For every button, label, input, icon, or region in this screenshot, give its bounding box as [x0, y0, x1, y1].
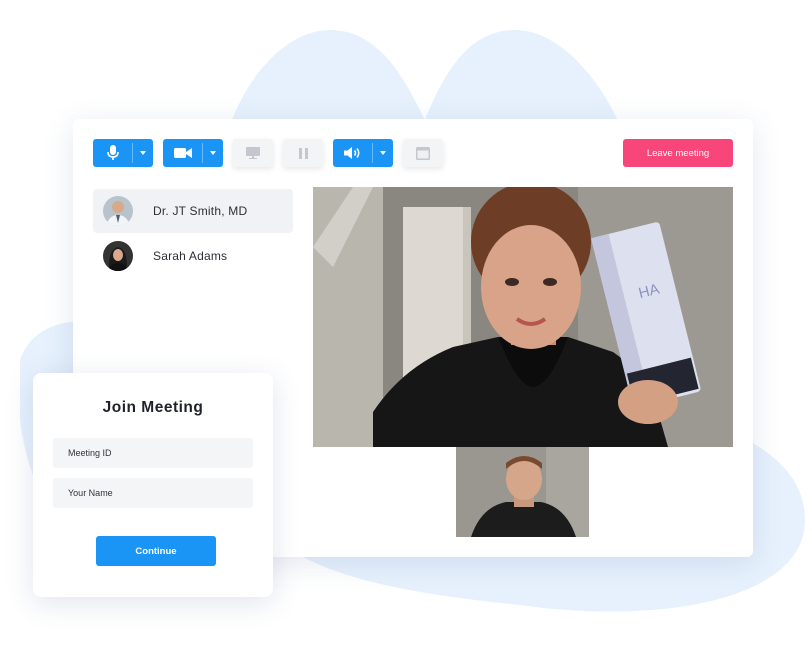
self-video-feed	[456, 447, 589, 537]
participant-item[interactable]: Dr. JT Smith, MD	[93, 189, 293, 233]
avatar	[103, 196, 133, 226]
continue-button[interactable]: Continue	[96, 536, 216, 566]
meeting-id-field[interactable]	[53, 438, 253, 468]
pause-icon	[298, 147, 308, 159]
participant-name: Sarah Adams	[153, 249, 228, 263]
participant-item[interactable]: Sarah Adams	[93, 234, 293, 278]
caret-down-icon	[380, 151, 386, 155]
pause-button[interactable]	[283, 139, 323, 167]
join-meeting-card: Join Meeting Continue	[33, 373, 273, 597]
video-camera-icon	[173, 148, 192, 158]
mic-split-button	[93, 139, 153, 167]
main-video-feed: HA	[313, 187, 733, 447]
speaker-button[interactable]	[333, 139, 372, 167]
microphone-icon	[106, 145, 119, 160]
avatar	[103, 241, 133, 271]
window-button[interactable]	[403, 139, 443, 167]
caret-down-icon	[210, 151, 216, 155]
participant-name: Dr. JT Smith, MD	[153, 204, 248, 218]
caret-down-icon	[140, 151, 146, 155]
monitor-icon	[246, 147, 260, 159]
mic-button[interactable]	[93, 139, 132, 167]
camera-button[interactable]	[163, 139, 202, 167]
mic-dropdown-button[interactable]	[133, 139, 153, 167]
join-title: Join Meeting	[102, 399, 204, 416]
screen-share-button[interactable]	[233, 139, 273, 167]
window-icon	[416, 146, 430, 160]
leave-meeting-button[interactable]: Leave meeting	[623, 139, 733, 167]
name-field[interactable]	[53, 478, 253, 508]
speaker-volume-icon	[343, 147, 359, 159]
camera-dropdown-button[interactable]	[203, 139, 223, 167]
camera-split-button	[163, 139, 223, 167]
speaker-dropdown-button[interactable]	[373, 139, 393, 167]
speaker-split-button	[333, 139, 393, 167]
